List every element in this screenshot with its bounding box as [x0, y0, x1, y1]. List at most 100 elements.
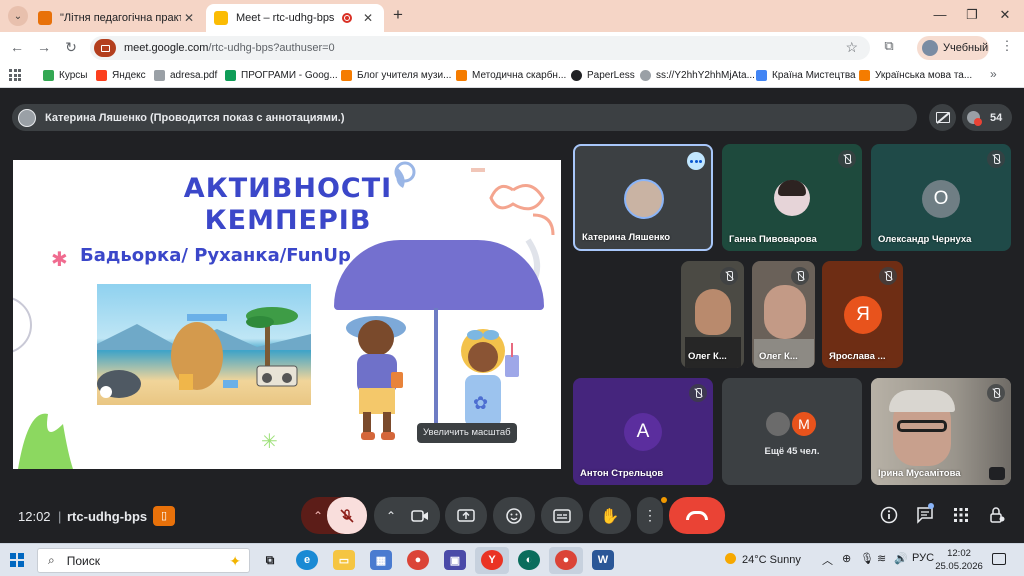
participant-initial-avatar: О [922, 180, 960, 218]
network-icon[interactable]: ⊕ [842, 552, 851, 565]
umbrella-pole [434, 308, 438, 428]
hide-presentation-icon[interactable] [929, 104, 956, 131]
more-bookmarks-icon[interactable]: » [990, 67, 997, 81]
svg-text:✳: ✳ [261, 431, 278, 453]
participant-count: 54 [990, 111, 1003, 124]
participant-initial-avatar: Я [844, 296, 882, 334]
close-window-button[interactable]: ✕ [990, 6, 1020, 24]
tab-close-icon[interactable]: ✕ [181, 11, 197, 25]
windows-start-icon[interactable] [10, 553, 24, 567]
bookmark-item[interactable]: adresa.pdf [154, 67, 217, 83]
participant-tile-anton[interactable]: А Антон Стрельцов [573, 378, 713, 485]
bookmark-item[interactable]: Методична скарбн... [456, 67, 566, 83]
reactions-button[interactable] [493, 497, 535, 534]
apps-grid-icon[interactable] [9, 69, 21, 81]
bookmark-item[interactable]: ПРОГРАМИ - Goog... [225, 67, 338, 83]
volume-icon[interactable]: 🔊 [894, 552, 908, 565]
participant-tile-hanna[interactable]: Ганна Пивоварова [722, 144, 862, 251]
svg-text:✿: ✿ [473, 393, 488, 413]
omnibox[interactable]: meet.google.com/rtc-udhg-bps?authuser=0 … [90, 36, 870, 60]
kid-with-hat-illustration [346, 316, 406, 440]
participant-name: Ярослава ... [829, 351, 886, 362]
camera-button[interactable] [400, 497, 440, 534]
more-options-button[interactable]: ⋮ [637, 497, 663, 534]
bookmark-item[interactable]: PaperLess [571, 67, 635, 83]
svg-text:✱: ✱ [51, 249, 68, 271]
meeting-info-button[interactable] [878, 504, 900, 526]
app-circle-icon[interactable]: ◐ [518, 550, 540, 570]
tab-title: "Літня педагогічна практика 2 [60, 12, 181, 24]
restore-button[interactable]: ❐ [957, 6, 987, 24]
participant-tile-iryna[interactable]: Ірина Мусамітова [871, 378, 1011, 485]
google-classroom-icon[interactable]: ▯ [153, 506, 175, 526]
back-arrow-icon[interactable]: ← [8, 38, 26, 56]
participant-tile-oleksandr[interactable]: О Олександр Чернуха [871, 144, 1011, 251]
raise-hand-button[interactable]: ✋ [589, 497, 631, 534]
leave-call-button[interactable] [669, 497, 725, 534]
bookmark-item[interactable]: Країна Мистецтва [756, 67, 856, 83]
participant-tile-oleh-1[interactable]: Олег К... [681, 261, 744, 368]
address-toolbar: ← → ↻ meet.google.com/rtc-udhg-bps?authu… [0, 32, 1024, 62]
activities-button[interactable] [950, 504, 972, 526]
bookmarks-bar: Курсы Яндекс adresa.pdf ПРОГРАМИ - Goog.… [0, 62, 1024, 88]
hang-up-icon [686, 511, 708, 520]
bookmark-item[interactable]: Українська мова та... [859, 67, 972, 83]
new-tab-button[interactable]: + [389, 5, 407, 25]
bookmark-label: Країна Мистецтва [772, 69, 856, 81]
lock-person-icon [990, 507, 1005, 523]
bookmark-item[interactable]: ss://Y2hhY2hhMjAta... [640, 67, 755, 83]
bookmark-star-icon[interactable]: ☆ [845, 39, 858, 56]
site-info-icon[interactable] [94, 39, 116, 57]
tab-close-icon[interactable]: ✕ [360, 11, 376, 25]
edge-browser-icon[interactable]: e [296, 550, 318, 570]
present-screen-button[interactable] [445, 497, 487, 534]
tab-search-chevron-icon[interactable]: ⌄ [8, 6, 28, 26]
bookmark-item[interactable]: Блог учителя музи... [341, 67, 451, 83]
browser-menu-icon[interactable]: ⋮ [1000, 38, 1014, 54]
taskbar-search-box[interactable]: ⌕ Поиск ✦ [37, 548, 250, 573]
captions-icon [553, 508, 571, 523]
mute-button[interactable] [327, 497, 367, 534]
participant-video-face [764, 285, 806, 339]
word-icon[interactable]: W [592, 550, 614, 570]
minimize-button[interactable]: — [925, 6, 955, 24]
tray-chevron-icon[interactable]: ︿ [822, 552, 833, 568]
taskbar-clock[interactable]: 12:02 25.05.2026 [935, 547, 983, 573]
profile-button[interactable]: Учебный [917, 36, 989, 60]
weather-widget[interactable]: 24°C Sunny [725, 553, 801, 566]
extensions-puzzle-icon[interactable]: ⧉ [880, 38, 898, 56]
participant-tile-kateryna[interactable]: Катерина Ляшенко [573, 144, 713, 251]
participant-tile-oleh-2[interactable]: Олег К... [752, 261, 815, 368]
wifi-icon[interactable]: ≋ [877, 552, 886, 565]
microphone-icon[interactable]: 🎙 [860, 552, 874, 565]
browser-tab-meet[interactable]: Meet – rtc-udhg-bps ✕ [206, 4, 384, 32]
forward-arrow-icon[interactable]: → [35, 38, 53, 56]
bookmark-favicon-icon [640, 69, 651, 81]
save-disk-icon[interactable]: ▣ [444, 550, 466, 570]
participant-photo-avatar [774, 180, 810, 216]
more-participants-tile[interactable]: М Ещё 45 чел. [722, 378, 862, 485]
captions-button[interactable] [541, 497, 583, 534]
chrome-active-icon[interactable]: ● [555, 550, 577, 570]
bookmark-favicon-icon [859, 69, 870, 81]
host-controls-button[interactable] [986, 504, 1008, 526]
keyboard-language[interactable]: РУС [912, 552, 934, 564]
reload-icon[interactable]: ↻ [62, 38, 80, 56]
participants-button[interactable]: 54 [962, 104, 1012, 131]
hand-icon: ✋ [600, 507, 620, 525]
store-icon[interactable]: ▦ [370, 550, 392, 570]
participant-tile-yaroslava[interactable]: Я Ярослава ... [822, 261, 903, 368]
notifications-icon[interactable] [992, 553, 1006, 565]
bookmark-item[interactable]: Яндекс [96, 67, 146, 83]
taskbar-date: 25.05.2026 [935, 561, 983, 572]
yandex-browser-icon[interactable]: Y [481, 550, 503, 570]
present-screen-icon [457, 508, 475, 522]
task-view-icon[interactable]: ⧉ [259, 550, 281, 570]
participant-name: Олександр Чернуха [878, 234, 972, 245]
file-explorer-icon[interactable]: ▭ [333, 550, 355, 570]
bookmark-item[interactable]: Курсы [43, 67, 87, 83]
weather-text: 24°C Sunny [742, 554, 801, 566]
chrome-icon[interactable]: ● [407, 550, 429, 570]
browser-tab-practice[interactable]: "Літня педагогічна практика 2 ✕ [30, 4, 205, 32]
picture-in-picture-icon[interactable] [989, 467, 1005, 480]
